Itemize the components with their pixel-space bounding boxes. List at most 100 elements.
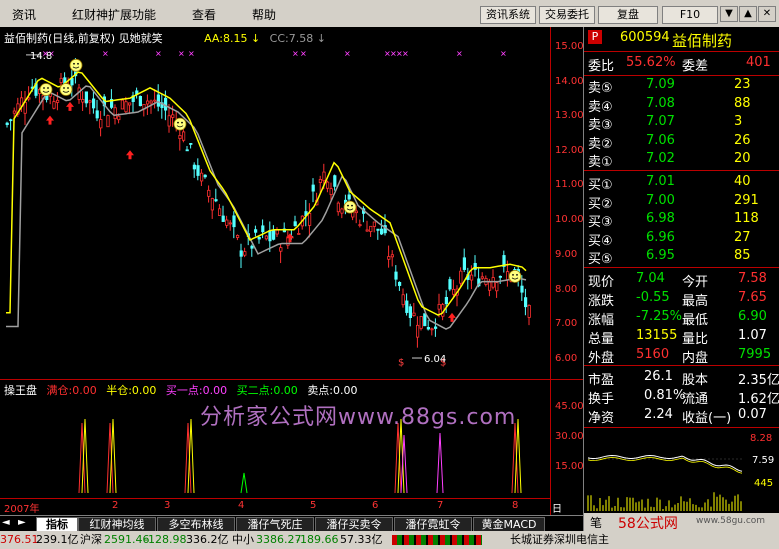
close-icon[interactable]: ✕ — [758, 6, 776, 22]
market-breadth-bar — [392, 535, 482, 545]
tick-tab[interactable]: 笔 — [590, 514, 602, 531]
trade-order-button[interactable]: 交易委托 — [539, 6, 595, 24]
candle-body — [257, 236, 261, 240]
smiley-eye — [351, 204, 353, 207]
f10-button[interactable]: F10 — [662, 6, 718, 24]
candle-body — [228, 222, 232, 225]
order-ratio-value: 55.62% — [626, 55, 676, 70]
date-axis: 2007年 2 3 4 5 6 7 8 日线 — [0, 498, 562, 530]
candle-body — [401, 294, 405, 306]
menu-item-news[interactable]: 资讯 — [12, 6, 36, 23]
price-label: 15.00 — [555, 41, 584, 52]
stat-row: 涨幅 -7.25% 最低 6.90 — [584, 309, 779, 328]
kline-chart[interactable]: 益佰制药(日线,前复权) 见她就笑 AA:8.15 ↓ CC:7.58 ↓ ✕ ✕… — [0, 27, 584, 530]
mini-tabbar: 笔 58公式网 www.58gu.com — [584, 513, 779, 532]
fund-label: 股本 — [682, 373, 709, 388]
sh-index: 376.51 — [0, 533, 39, 546]
indicator-tabs: ◄ ► 指标 红财神均线 多空布林线 潘仔气死庄 潘仔买卖令 潘仔霓虹令 黄金M… — [0, 515, 583, 533]
smiley-icon — [173, 117, 187, 131]
candle-body — [307, 212, 312, 226]
hs-change: -128.98 — [144, 533, 187, 546]
hs-index: 2591.46 — [104, 533, 150, 546]
divider — [584, 170, 779, 171]
ask-level-label: 卖⑤ — [588, 81, 613, 96]
signal-mark: ✕ — [300, 50, 307, 59]
ask-price: 7.06 — [646, 132, 675, 148]
candle-body — [217, 208, 222, 216]
smiley-eye — [77, 62, 79, 65]
zx-change: -189.66 — [296, 533, 339, 546]
date-label: 8 — [512, 500, 519, 511]
kline-plot[interactable]: ✕ ✕ ✕ ✕ ✕ ✕ ✕ ✕ ✕ ✕ ✕ ✕ ✕ ✕ ✕$ $14.86.04 — [0, 43, 550, 383]
candle-body — [487, 281, 492, 291]
candle-body — [92, 98, 96, 109]
candle-body — [415, 324, 420, 338]
stat-row: 涨跌 -0.55 最高 7.65 — [584, 290, 779, 309]
bid-price: 7.00 — [646, 192, 675, 208]
buy-point-two-value: 买二点:0.00 — [236, 384, 298, 397]
stat-value: 6.90 — [738, 309, 767, 324]
ask-row: 卖③ 7.07 3 — [584, 114, 779, 133]
ask-level-label: 卖④ — [588, 99, 613, 115]
stat-label: 总量 — [588, 332, 615, 347]
candle-body — [221, 215, 225, 222]
candle-body — [56, 99, 60, 103]
signal-mark: ✕ — [102, 50, 109, 59]
replay-button[interactable]: 复盘 — [598, 6, 658, 24]
smiley-eye — [177, 121, 179, 124]
candle-body — [462, 257, 467, 270]
candle-body — [387, 256, 391, 260]
site-logo: 58公式网 — [618, 516, 678, 532]
divider — [584, 427, 779, 428]
mini-price-label: 7.59 — [752, 455, 775, 466]
candle-body — [192, 164, 196, 170]
candle-body — [430, 328, 434, 331]
smiley-eye — [47, 87, 49, 89]
broker-name: 长城证券深圳电信主 — [510, 533, 609, 546]
signal-mark: ✕ — [178, 50, 185, 59]
minimize-icon[interactable]: ▼ — [720, 6, 738, 22]
stat-value: 1.07 — [738, 328, 767, 343]
candle-body — [271, 230, 276, 240]
date-label: 2007年 — [4, 504, 40, 515]
bid-volume: 85 — [734, 248, 751, 263]
signal-mark: ✕ — [500, 50, 507, 59]
bid-price: 6.95 — [646, 248, 675, 263]
bid-level-label: 买④ — [588, 233, 613, 249]
smiley-eye — [516, 273, 518, 276]
menu-item-help[interactable]: 帮助 — [252, 6, 276, 23]
menu-item-extensions[interactable]: 红财神扩展功能 — [72, 6, 156, 23]
candle-body — [336, 202, 341, 213]
smiley-face — [508, 269, 522, 283]
bid-row: 买② 7.00 291 — [584, 192, 779, 212]
candle-body — [250, 245, 254, 249]
candle-body — [426, 327, 431, 330]
ask-price: 7.09 — [646, 77, 675, 92]
scroll-right-icon[interactable]: ► — [18, 517, 26, 528]
half-position-value: 半仓:0.00 — [106, 384, 157, 397]
news-system-button[interactable]: 资讯系统 — [480, 6, 536, 24]
bid-row: 买⑤ 6.95 85 — [584, 248, 779, 267]
bid-volume: 291 — [734, 192, 759, 208]
sub-axis-label: 15.00 — [555, 461, 584, 472]
hs-label: 沪深 — [80, 533, 102, 546]
maximize-icon[interactable]: ▲ — [739, 6, 757, 22]
candle-body — [397, 281, 402, 286]
stat-value: -7.25% — [636, 309, 682, 324]
fund-label: 净资 — [588, 411, 615, 426]
candle-body — [505, 271, 510, 281]
candle-body — [333, 175, 337, 187]
signal-mark: ✕ — [402, 50, 409, 59]
order-ratio-label: 委比 — [588, 59, 615, 74]
bid-price: 6.96 — [646, 229, 675, 245]
candle-body — [196, 165, 200, 176]
signal-mark: ✕ — [456, 50, 463, 59]
menu-item-view[interactable]: 查看 — [192, 6, 216, 23]
candle-body — [52, 101, 56, 109]
candle-body — [394, 271, 398, 280]
scroll-left-icon[interactable]: ◄ — [2, 517, 10, 528]
candle-body — [189, 143, 193, 145]
bid-level-label: 买③ — [588, 215, 613, 230]
candle-body — [235, 235, 240, 238]
divider — [584, 51, 779, 52]
